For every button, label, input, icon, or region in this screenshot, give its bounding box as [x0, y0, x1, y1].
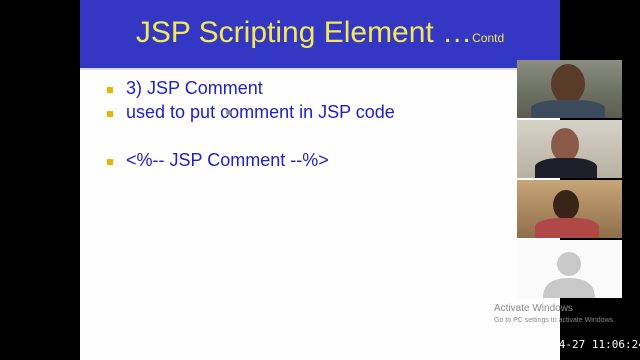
participant-face [551, 64, 585, 104]
slide-title-text: JSP Scripting Element [135, 16, 443, 49]
participant-shoulders [535, 158, 597, 178]
slide-title-contd: Contd [472, 31, 505, 45]
bullet-marker [107, 111, 113, 117]
person-icon [517, 240, 622, 298]
slide-title: JSP Scripting Element …Contd [80, 16, 560, 50]
slide-title-ellipsis: … [442, 16, 473, 49]
slide-divider [80, 68, 560, 70]
recording-timestamp: 2020-04-27 11:06:24 [519, 338, 640, 351]
participant-face [551, 128, 579, 162]
bullet-text: <%-- JSP Comment --%> [126, 150, 329, 170]
bullet-marker [107, 159, 113, 165]
participant-video-tile[interactable] [517, 180, 622, 238]
bullet-text: used to put comment in JSP code [126, 102, 395, 122]
participant-video-tile[interactable] [517, 60, 622, 118]
participant-shoulders [535, 218, 599, 238]
participant-video-tile[interactable] [517, 120, 622, 178]
participant-face [553, 190, 579, 220]
bullet-marker [107, 87, 113, 93]
activate-windows-subtitle: Go to PC settings to activate Windows. [494, 317, 615, 324]
participant-shoulders [531, 100, 605, 118]
participant-avatar-tile[interactable] [517, 240, 622, 298]
presentation-slide: JSP Scripting Element …Contd 3) JSP Comm… [80, 0, 560, 360]
bullet-text: 3) JSP Comment [126, 78, 263, 98]
slide-header: JSP Scripting Element …Contd [80, 0, 560, 68]
activate-windows-title: Activate Windows [494, 303, 573, 314]
mouse-pointer [226, 110, 231, 115]
